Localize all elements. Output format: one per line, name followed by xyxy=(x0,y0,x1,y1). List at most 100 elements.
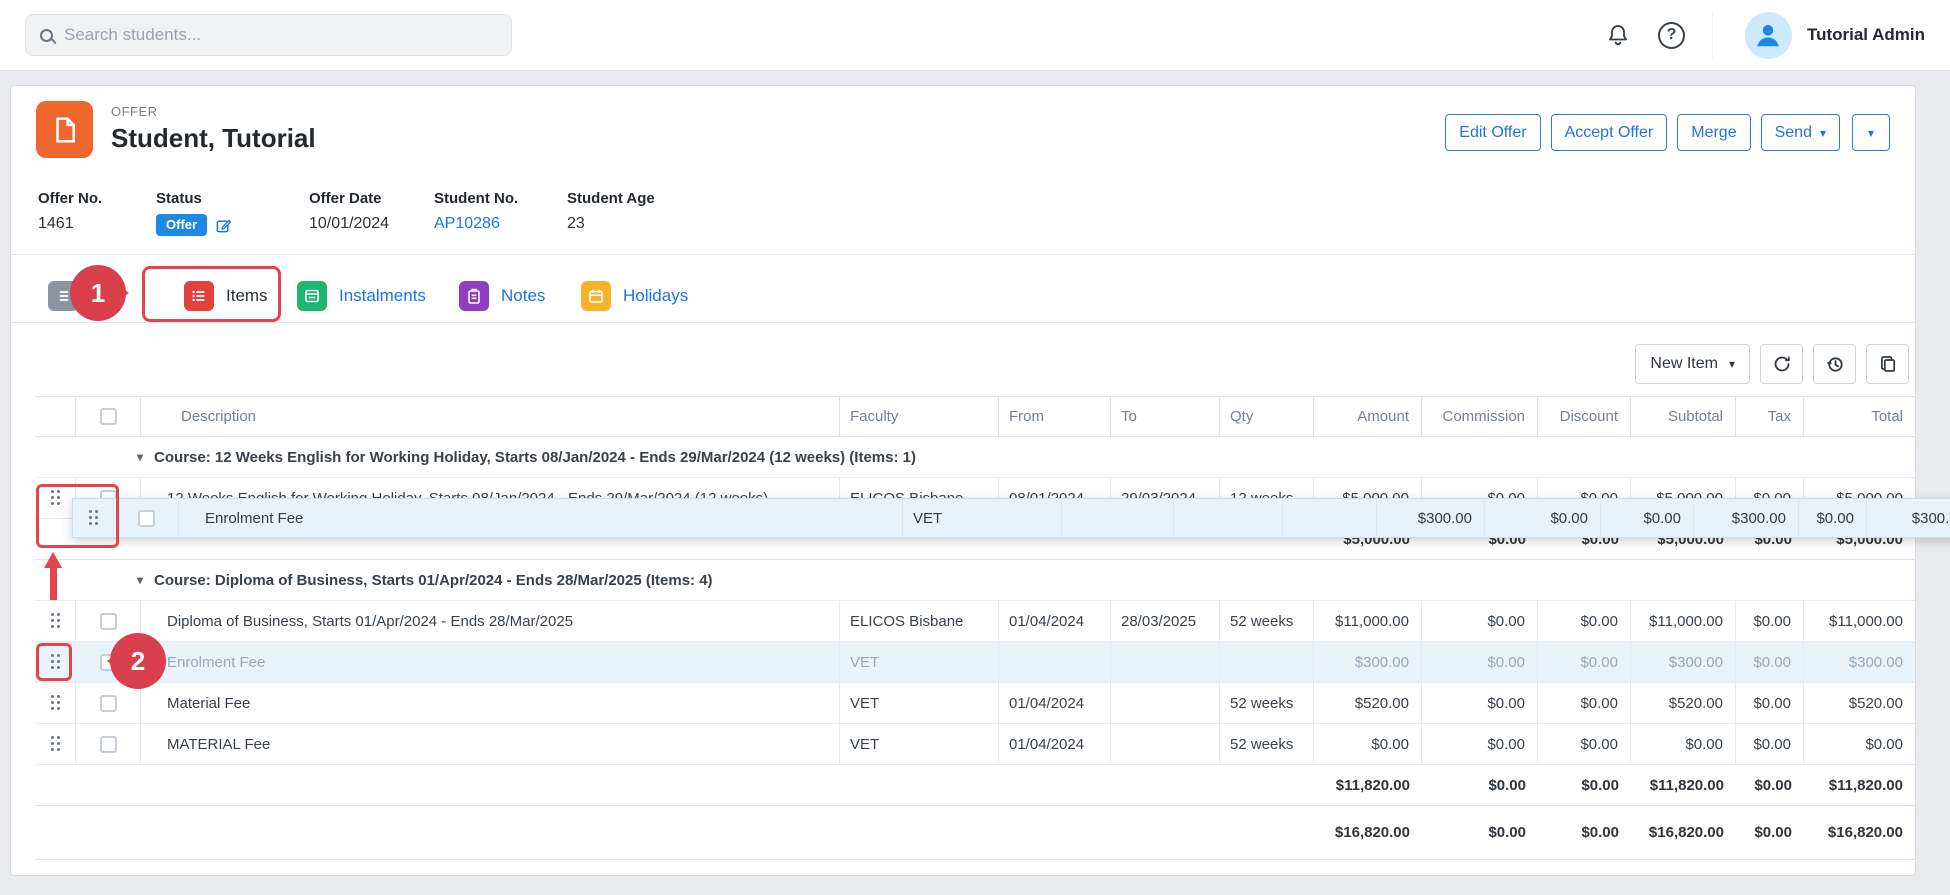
cell-commission: $0.00 xyxy=(1422,642,1538,682)
tab-instalments[interactable]: Instalments xyxy=(297,281,426,311)
grand-total-row: $16,820.00 $0.00 $0.00 $16,820.00 $0.00 … xyxy=(35,806,1915,860)
offer-card: OFFER Student, Tutorial Edit Offer Accep… xyxy=(10,85,1916,876)
group-2-subtotal-row: $11,820.00 $0.00 $0.00 $11,820.00 $0.00 … xyxy=(35,765,1915,806)
search-box[interactable] xyxy=(25,14,512,56)
help-button[interactable]: ? xyxy=(1658,22,1685,49)
cell-subtotal: $300.00 xyxy=(1631,642,1736,682)
collapse-caret-icon[interactable]: ▾ xyxy=(137,573,143,587)
header-qty: Qty xyxy=(1220,397,1314,436)
cell-description: Enrolment Fee xyxy=(141,642,840,682)
collapse-caret-icon[interactable]: ▾ xyxy=(137,450,143,464)
copy-button[interactable] xyxy=(1866,344,1909,384)
subtotal-total: $11,820.00 xyxy=(1804,765,1915,805)
cell-subtotal: $300.00 xyxy=(1694,499,1799,537)
cell-from: 01/04/2024 xyxy=(999,601,1111,641)
row-checkbox[interactable] xyxy=(100,736,117,753)
cell-amount: $300.00 xyxy=(1314,642,1422,682)
header-from: From xyxy=(999,397,1111,436)
edit-status-button[interactable] xyxy=(215,217,232,234)
field-student-age: Student Age 23 xyxy=(567,190,655,236)
topbar-right: ? Tutorial Admin xyxy=(1605,12,1925,58)
drag-handle[interactable] xyxy=(35,642,76,682)
subtotal-discount: $0.00 xyxy=(1538,765,1631,805)
grand-tax: $0.00 xyxy=(1736,806,1804,859)
cell-description: Material Fee xyxy=(141,683,840,723)
tabs-row: Items Instalments Notes xyxy=(11,269,1915,323)
tab-notes[interactable]: Notes xyxy=(459,281,545,311)
cell-description: MATERIAL Fee xyxy=(141,724,840,764)
cell-qty xyxy=(1220,642,1314,682)
table-row-material[interactable]: Material Fee VET 01/04/2024 52 weeks $52… xyxy=(35,683,1915,724)
items-table: Description Faculty From To Qty Amount C… xyxy=(35,396,1915,860)
student-age-label: Student Age xyxy=(567,190,655,207)
page-title: Student, Tutorial xyxy=(111,123,316,154)
group-row-course-1[interactable]: ▾ Course: 12 Weeks English for Working H… xyxy=(35,437,1915,478)
more-actions-button[interactable]: ▾ xyxy=(1852,114,1890,151)
tab-notes-label: Notes xyxy=(501,286,545,306)
header-subtotal: Subtotal xyxy=(1631,397,1736,436)
caret-down-icon: ▾ xyxy=(1868,127,1874,139)
table-row-enrolment-source[interactable]: Enrolment Fee VET $300.00 $0.00 $0.00 $3… xyxy=(35,642,1915,683)
drag-handle[interactable] xyxy=(35,724,76,764)
edit-offer-button[interactable]: Edit Offer xyxy=(1445,114,1540,151)
tab-items[interactable]: Items xyxy=(184,281,268,311)
subtotal-tax: $0.00 xyxy=(1736,765,1804,805)
offer-icon xyxy=(36,101,93,158)
cell-total: $0.00 xyxy=(1804,724,1915,764)
row-checkbox[interactable] xyxy=(138,510,155,527)
cell-amount: $0.00 xyxy=(1314,724,1422,764)
row-checkbox[interactable] xyxy=(100,613,117,630)
drag-handle-icon xyxy=(51,736,60,752)
drag-handle[interactable] xyxy=(35,478,76,518)
cell-total: $11,000.00 xyxy=(1804,601,1915,641)
student-no-link[interactable]: AP10286 xyxy=(434,215,500,233)
drag-handle[interactable] xyxy=(35,683,76,723)
history-button[interactable] xyxy=(1813,344,1856,384)
dragged-row-enrolment-fee[interactable]: Enrolment Fee VET $300.00 $0.00 $0.00 $3… xyxy=(72,498,1950,538)
table-row-material-2[interactable]: MATERIAL Fee VET 01/04/2024 52 weeks $0.… xyxy=(35,724,1915,765)
cell-subtotal: $11,000.00 xyxy=(1631,601,1736,641)
cell-discount: $0.00 xyxy=(1538,683,1631,723)
refresh-button[interactable] xyxy=(1760,344,1803,384)
subtotal-subtotal: $11,820.00 xyxy=(1631,765,1736,805)
cell-tax: $0.00 xyxy=(1736,642,1804,682)
cell-to: 28/03/2025 xyxy=(1111,601,1220,641)
annotation-step-1-balloon: 1 xyxy=(70,265,126,321)
user-menu[interactable]: Tutorial Admin xyxy=(1712,12,1925,58)
cell-subtotal: $0.00 xyxy=(1631,724,1736,764)
cell-qty: 52 weeks xyxy=(1220,683,1314,723)
cell-subtotal: $520.00 xyxy=(1631,683,1736,723)
header-commission: Commission xyxy=(1422,397,1538,436)
notifications-button[interactable] xyxy=(1605,22,1631,48)
row-checkbox[interactable] xyxy=(100,695,117,712)
drag-handle-icon xyxy=(51,490,60,506)
cell-total: $300.00 xyxy=(1804,642,1915,682)
cell-description: Diploma of Business, Starts 01/Apr/2024 … xyxy=(141,601,840,641)
accept-offer-button[interactable]: Accept Offer xyxy=(1551,114,1668,151)
grand-amount: $16,820.00 xyxy=(1314,806,1422,859)
cell-commission: $0.00 xyxy=(1485,499,1601,537)
drag-handle[interactable] xyxy=(35,601,76,641)
send-button[interactable]: Send ▾ xyxy=(1761,114,1840,151)
refresh-icon xyxy=(1772,354,1792,374)
merge-button[interactable]: Merge xyxy=(1677,114,1750,151)
grand-discount: $0.00 xyxy=(1538,806,1631,859)
history-clock-icon xyxy=(1825,354,1845,374)
select-all-checkbox[interactable] xyxy=(100,408,117,425)
new-item-button[interactable]: New Item ▾ xyxy=(1635,344,1750,384)
field-offer-no: Offer No. 1461 xyxy=(38,190,156,236)
user-name: Tutorial Admin xyxy=(1807,25,1925,45)
table-row-diploma[interactable]: Diploma of Business, Starts 01/Apr/2024 … xyxy=(35,601,1915,642)
status-badge: Offer xyxy=(156,214,207,236)
tab-items-label: Items xyxy=(226,286,268,306)
search-input[interactable] xyxy=(64,25,497,45)
drag-handle[interactable] xyxy=(73,499,114,537)
cell-discount: $0.00 xyxy=(1538,642,1631,682)
annotation-step-2-balloon: 2 xyxy=(110,633,166,689)
drag-handle-icon xyxy=(51,613,60,629)
cell-from: 01/04/2024 xyxy=(999,683,1111,723)
items-list-icon xyxy=(184,281,214,311)
group-row-course-2[interactable]: ▾ Course: Diploma of Business, Starts 01… xyxy=(35,560,1915,601)
tab-holidays[interactable]: Holidays xyxy=(581,281,688,311)
cell-amount: $300.00 xyxy=(1377,499,1485,537)
